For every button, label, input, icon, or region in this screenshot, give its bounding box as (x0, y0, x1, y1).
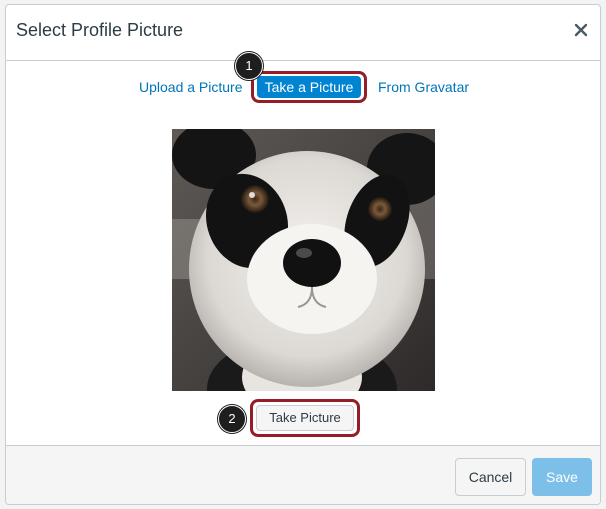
tab-take-picture[interactable]: Take a Picture (257, 76, 361, 98)
cancel-button[interactable]: Cancel (455, 458, 526, 496)
callout-badge-1: 1 (235, 52, 263, 80)
camera-preview (172, 129, 435, 391)
picture-source-tabs: Upload a Picture Take a Picture From Gra… (6, 71, 600, 107)
dialog-footer: Cancel Save (6, 445, 600, 504)
take-picture-button[interactable]: Take Picture (256, 405, 354, 431)
save-button[interactable]: Save (532, 458, 592, 496)
tab-highlight-outline: Take a Picture (251, 71, 367, 103)
close-icon[interactable] (572, 21, 590, 39)
tab-from-gravatar[interactable]: From Gravatar (378, 79, 469, 95)
panda-plush-image (172, 129, 435, 391)
take-picture-highlight-outline: Take Picture (250, 399, 360, 437)
select-profile-picture-dialog: Select Profile Picture Upload a Picture … (5, 4, 601, 505)
tab-upload-picture[interactable]: Upload a Picture (139, 79, 243, 95)
dialog-header: Select Profile Picture (6, 5, 600, 61)
dialog-title: Select Profile Picture (16, 20, 184, 40)
callout-badge-2: 2 (218, 405, 246, 433)
